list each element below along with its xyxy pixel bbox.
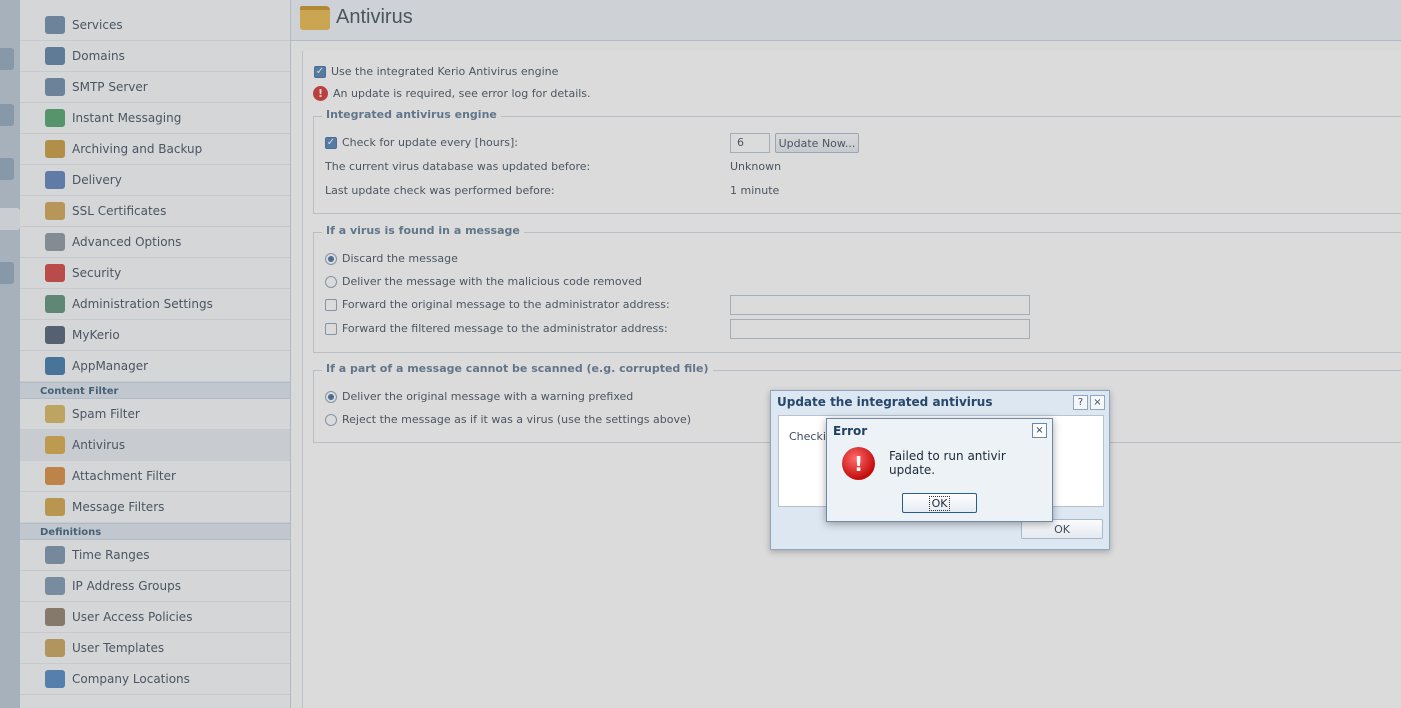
close-icon[interactable]: × (1090, 395, 1105, 410)
help-icon[interactable]: ? (1073, 395, 1088, 410)
error-close-icon[interactable]: × (1032, 423, 1047, 438)
modal-overlay (0, 0, 1401, 708)
error-dialog-title: Error (833, 424, 868, 438)
error-dialog: Error × ! Failed to run antivir update. … (826, 418, 1053, 522)
error-message: Failed to run antivir update. (889, 449, 1006, 477)
update-dialog-title: Update the integrated antivirus (777, 395, 993, 409)
error-ok-button[interactable]: OK (902, 493, 977, 513)
error-icon: ! (842, 447, 875, 480)
update-dialog-ok-button[interactable]: OK (1021, 519, 1103, 539)
error-ok-label: OK (928, 495, 951, 511)
